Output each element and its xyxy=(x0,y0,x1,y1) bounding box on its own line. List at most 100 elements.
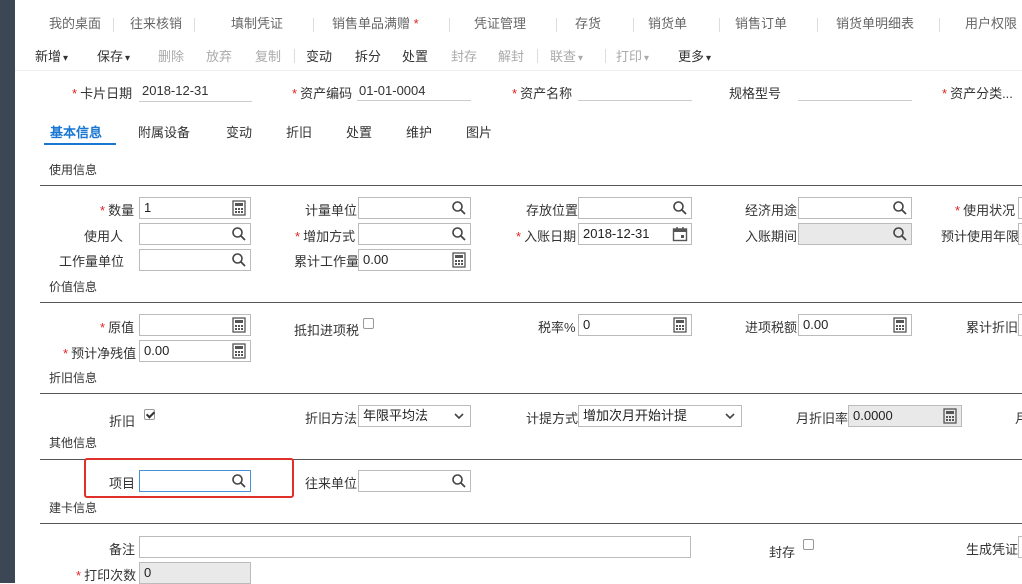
est-life-label: 预计使用年限 xyxy=(941,229,1020,244)
deduct-tax-checkbox[interactable] xyxy=(363,318,374,329)
econ-use-label: 经济用途 xyxy=(745,203,798,218)
seal-checkbox[interactable] xyxy=(803,539,814,550)
card-date-value[interactable]: 2018-12-31 xyxy=(142,83,209,98)
delete-button[interactable]: 删除 xyxy=(158,46,184,65)
truncated-label: 月 xyxy=(1015,411,1022,426)
econ-use-input[interactable] xyxy=(798,197,912,219)
tab-delivery-detail[interactable]: 销货单明细表 xyxy=(836,13,941,32)
workload-unit-input[interactable] xyxy=(139,249,251,271)
tab-my-desktop[interactable]: 我的桌面 xyxy=(49,13,115,32)
highlight-box xyxy=(84,458,294,498)
abandon-button[interactable]: 放弃 xyxy=(206,46,232,65)
divider xyxy=(40,302,1022,303)
user-label: 使用人 xyxy=(84,229,124,244)
copy-button[interactable]: 复制 xyxy=(255,46,281,65)
unit-label: 计量单位 xyxy=(305,203,358,218)
asset-code-value[interactable]: 01-01-0004 xyxy=(359,83,426,98)
original-value-input[interactable] xyxy=(139,314,251,336)
input-tax-label: 进项税额 xyxy=(745,320,798,335)
calculator-icon[interactable] xyxy=(892,317,908,333)
use-status-input[interactable] xyxy=(1018,197,1022,219)
calculator-icon[interactable] xyxy=(942,408,958,424)
dispose-button[interactable]: 处置 xyxy=(402,46,428,65)
tab-inventory[interactable]: 存货 xyxy=(575,13,635,32)
tab-depreciation[interactable]: 折旧 xyxy=(286,122,312,141)
tab-sales-delivery[interactable]: 销货单 xyxy=(648,13,721,32)
use-status-label: * 使用状况 xyxy=(955,203,1016,218)
tab-basic-info[interactable]: 基本信息 xyxy=(50,122,102,141)
entry-date-input[interactable]: 2018-12-31 xyxy=(578,223,692,245)
query-button[interactable]: 联查 ▾ xyxy=(550,46,583,65)
search-icon[interactable] xyxy=(672,200,688,216)
tab-sales-order[interactable]: 销售订单 xyxy=(735,13,819,32)
new-button[interactable]: 新增 ▾ xyxy=(35,46,68,65)
search-icon[interactable] xyxy=(892,200,908,216)
calculator-icon[interactable] xyxy=(231,343,247,359)
tab-disposal[interactable]: 处置 xyxy=(346,122,372,141)
asset-name-label: * 资产名称 xyxy=(512,86,573,101)
cum-workload-input[interactable]: 0.00 xyxy=(358,249,471,271)
tab-user-permission[interactable]: 用户权限 xyxy=(965,13,1017,32)
chevron-down-icon[interactable] xyxy=(451,408,467,424)
calculator-icon[interactable] xyxy=(672,317,688,333)
monthly-rate-input[interactable]: 0.0000 xyxy=(848,405,962,427)
unit-input[interactable] xyxy=(358,197,471,219)
tab-images[interactable]: 图片 xyxy=(466,122,492,141)
unseal-button[interactable]: 解封 xyxy=(498,46,524,65)
cum-dep-input[interactable] xyxy=(1018,314,1022,336)
search-icon[interactable] xyxy=(451,200,467,216)
divider xyxy=(40,185,1022,186)
tab-voucher-mgmt[interactable]: 凭证管理 xyxy=(474,13,558,32)
quantity-label: * 数量 xyxy=(100,203,135,218)
search-icon[interactable] xyxy=(231,252,247,268)
search-icon[interactable] xyxy=(451,226,467,242)
input-tax-input[interactable]: 0.00 xyxy=(798,314,912,336)
seal-button[interactable]: 封存 xyxy=(451,46,477,65)
calculator-icon[interactable] xyxy=(451,252,467,268)
gen-voucher-label: 生成凭证 xyxy=(966,542,1019,557)
partner-input[interactable] xyxy=(358,470,471,492)
chevron-down-icon: ▾ xyxy=(706,53,712,64)
divider xyxy=(40,523,1022,524)
split-button[interactable]: 拆分 xyxy=(355,46,381,65)
tax-rate-input[interactable]: 0 xyxy=(578,314,692,336)
search-icon[interactable] xyxy=(451,473,467,489)
calendar-icon[interactable] xyxy=(672,226,688,242)
tab-reconciliation[interactable]: 往来核销 xyxy=(130,13,196,32)
gen-voucher-input[interactable] xyxy=(1018,536,1022,558)
search-icon[interactable] xyxy=(231,226,247,242)
save-button[interactable]: 保存 ▾ xyxy=(97,46,130,65)
est-life-input[interactable] xyxy=(1018,223,1022,245)
tab-attached-equipment[interactable]: 附属设备 xyxy=(138,122,190,141)
entry-date-label: * 入账日期 xyxy=(516,229,577,244)
tab-change[interactable]: 变动 xyxy=(226,122,252,141)
chevron-down-icon[interactable] xyxy=(722,408,738,424)
tab-maintenance[interactable]: 维护 xyxy=(406,122,432,141)
add-method-input[interactable] xyxy=(358,223,471,245)
search-icon[interactable] xyxy=(892,226,908,242)
asset-category-label: * 资产分类... xyxy=(942,86,1013,101)
depreciation-checkbox[interactable] xyxy=(144,409,155,420)
remark-label: 备注 xyxy=(109,542,136,557)
section-value-title: 价值信息 xyxy=(49,280,98,294)
user-input[interactable] xyxy=(139,223,251,245)
more-button[interactable]: 更多 ▾ xyxy=(678,46,711,65)
tab-sales-gift[interactable]: 销售单品满赠 * xyxy=(332,13,450,32)
tab-voucher-entry[interactable]: 填制凭证 xyxy=(231,13,315,32)
print-button[interactable]: 打印 ▾ xyxy=(616,46,649,65)
section-usage-title: 使用信息 xyxy=(49,163,98,177)
change-button[interactable]: 变动 xyxy=(306,46,332,65)
print-count-input: 0 xyxy=(139,562,251,584)
calculator-icon[interactable] xyxy=(231,200,247,216)
add-method-label: * 增加方式 xyxy=(295,229,356,244)
remark-input[interactable] xyxy=(139,536,691,558)
location-input[interactable] xyxy=(578,197,692,219)
entry-period-input[interactable] xyxy=(798,223,912,245)
spec-label: 规格型号 xyxy=(729,86,782,101)
residual-input[interactable]: 0.00 xyxy=(139,340,251,362)
print-count-label: * 打印次数 xyxy=(76,568,137,583)
calculator-icon[interactable] xyxy=(231,317,247,333)
quantity-input[interactable]: 1 xyxy=(139,197,251,219)
dep-method-select[interactable]: 年限平均法 xyxy=(358,405,471,427)
accrual-select[interactable]: 增加次月开始计提 xyxy=(578,405,742,427)
